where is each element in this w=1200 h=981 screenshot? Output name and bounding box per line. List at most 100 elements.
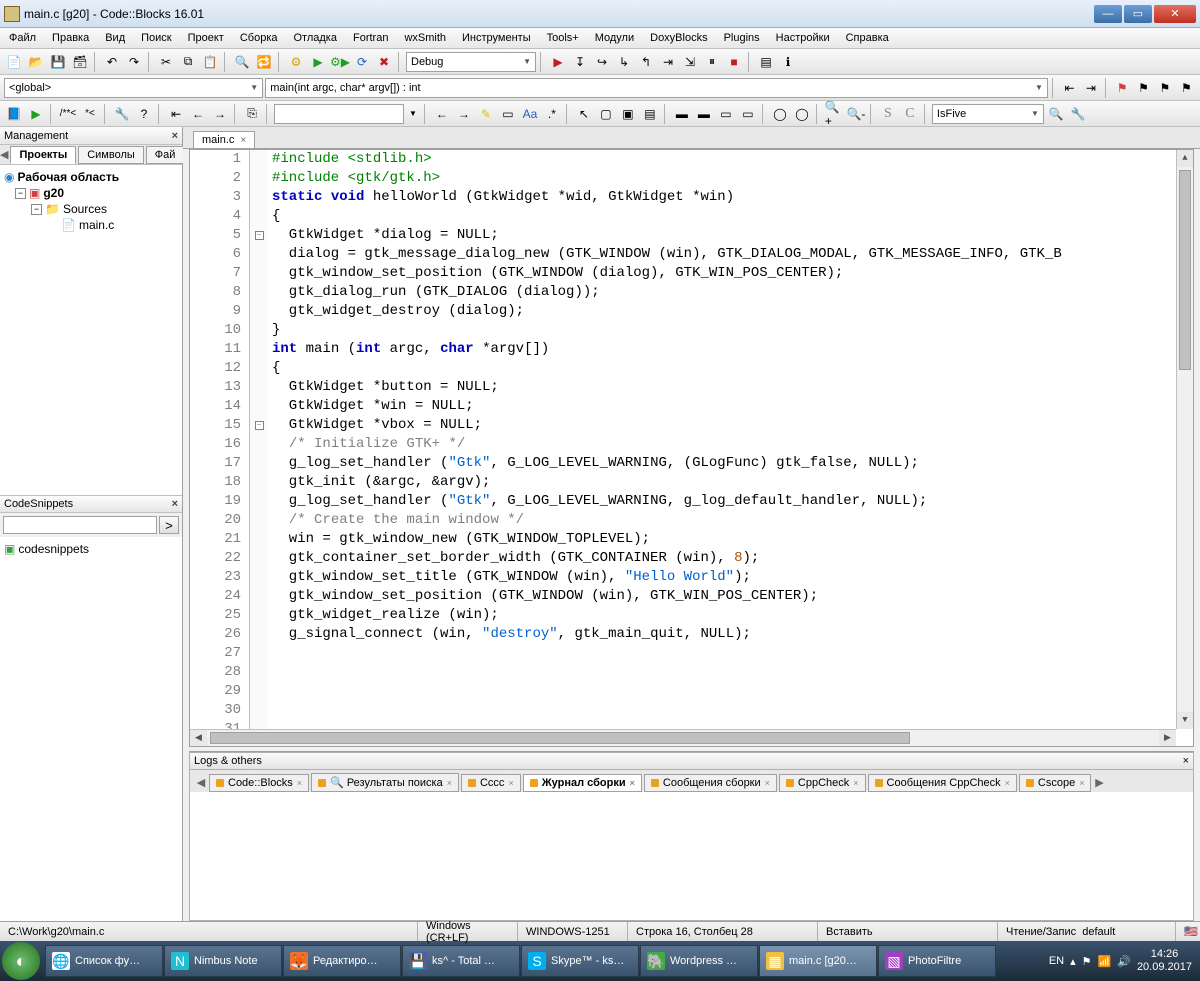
step-into-icon[interactable]: ↳ (614, 52, 634, 72)
project-node[interactable]: −▣g20 (4, 185, 178, 201)
debug-run-icon[interactable]: ▶ (548, 52, 568, 72)
bookmark-flag-icon[interactable]: ⚑ (1112, 78, 1131, 98)
info-icon[interactable]: ℹ (778, 52, 798, 72)
tray-flag-icon[interactable]: ⚑ (1082, 955, 1092, 968)
log-tab-close-icon[interactable]: × (853, 778, 858, 788)
menu-0[interactable]: Файл (2, 30, 43, 46)
code-area[interactable]: #include <stdlib.h>#include <gtk/gtk.h>s… (268, 150, 1193, 746)
stop-debug-icon[interactable]: ■ (724, 52, 744, 72)
taskbar-item-6[interactable]: ▦main.c [g20… (759, 945, 877, 977)
diff-icon[interactable]: ⎘ (242, 104, 262, 124)
doxy-help-icon[interactable]: ? (134, 104, 154, 124)
menu-9[interactable]: Инструменты (455, 30, 538, 46)
nav-next-icon[interactable]: → (210, 104, 230, 124)
new-file-icon[interactable]: 📄 (4, 52, 24, 72)
win3-icon[interactable]: ▭ (716, 104, 736, 124)
win1-icon[interactable]: ▬ (672, 104, 692, 124)
nav-first-icon[interactable]: ⇤ (166, 104, 186, 124)
menu-11[interactable]: Модули (588, 30, 641, 46)
menu-8[interactable]: wxSmith (397, 30, 453, 46)
taskbar-item-3[interactable]: 💾ks^ - Total … (402, 945, 520, 977)
log-tab-5[interactable]: CppCheck× (779, 774, 866, 792)
save-all-icon[interactable]: 🗃 (70, 52, 90, 72)
step-instr-icon[interactable]: ⇲ (680, 52, 700, 72)
taskbar-item-7[interactable]: ▧PhotoFiltre (878, 945, 996, 977)
menu-15[interactable]: Справка (839, 30, 896, 46)
tabs-prev-icon[interactable]: ◀ (0, 148, 8, 161)
menu-14[interactable]: Настройки (769, 30, 837, 46)
block-comment-icon[interactable]: /**< (58, 104, 78, 124)
regex-icon[interactable]: .* (542, 104, 562, 124)
replace-icon[interactable]: 🔁 (254, 52, 274, 72)
close-button[interactable]: ✕ (1154, 5, 1196, 23)
step-out-icon[interactable]: ↰ (636, 52, 656, 72)
nav-prev-icon[interactable]: ← (188, 104, 208, 124)
jump-back-icon[interactable]: ⇤ (1060, 78, 1079, 98)
log-tab-4[interactable]: Сообщения сборки× (644, 774, 777, 792)
cursor-icon[interactable]: ↖ (574, 104, 594, 124)
win4-icon[interactable]: ▭ (738, 104, 758, 124)
vscroll-thumb[interactable] (1179, 170, 1191, 370)
log-tab-close-icon[interactable]: × (1079, 778, 1084, 788)
menu-13[interactable]: Plugins (717, 30, 767, 46)
log-tab-3[interactable]: Журнал сборки× (523, 774, 642, 792)
jump-fwd-icon[interactable]: ⇥ (1081, 78, 1100, 98)
scroll-down-icon[interactable]: ▼ (1177, 712, 1193, 729)
start-button[interactable]: ◐ (2, 942, 40, 980)
menu-2[interactable]: Вид (98, 30, 132, 46)
doxy-run-icon[interactable]: ▶ (26, 104, 46, 124)
win2-icon[interactable]: ▬ (694, 104, 714, 124)
log-tab-close-icon[interactable]: × (1005, 778, 1010, 788)
save-icon[interactable]: 💾 (48, 52, 68, 72)
log-tab-6[interactable]: Сообщения CppCheck× (868, 774, 1017, 792)
paste-icon[interactable]: 📋 (200, 52, 220, 72)
logs-close-icon[interactable]: × (1183, 755, 1189, 767)
snippets-go-button[interactable]: > (159, 516, 179, 534)
match-case-icon[interactable]: Aa (520, 104, 540, 124)
rebuild-icon[interactable]: ⟳ (352, 52, 372, 72)
build-target-combo[interactable]: Debug▼ (406, 52, 536, 72)
break-icon[interactable]: ⏸ (702, 52, 722, 72)
c-icon[interactable]: C (900, 104, 920, 124)
taskbar-item-5[interactable]: 🐘Wordpress … (640, 945, 758, 977)
logtabs-prev-icon[interactable]: ◀ (194, 776, 208, 792)
sel2-icon[interactable]: ▣ (618, 104, 638, 124)
taskbar-item-4[interactable]: SSkype™ - ks… (521, 945, 639, 977)
inc-search-next-icon[interactable]: → (454, 104, 474, 124)
hscroll-thumb[interactable] (210, 732, 910, 744)
menu-5[interactable]: Сборка (233, 30, 285, 46)
tray-lang[interactable]: EN (1049, 955, 1064, 967)
zoom-in-icon[interactable]: 🔍+ (824, 104, 844, 124)
menu-1[interactable]: Правка (45, 30, 96, 46)
redo-icon[interactable]: ↷ (124, 52, 144, 72)
bookmark-next-icon[interactable]: ⚑ (1155, 78, 1174, 98)
log-tab-close-icon[interactable]: × (765, 778, 770, 788)
sources-node[interactable]: −📁Sources (4, 201, 178, 217)
menu-6[interactable]: Отладка (287, 30, 344, 46)
next-instr-icon[interactable]: ⇥ (658, 52, 678, 72)
fit1-icon[interactable]: ◯ (770, 104, 790, 124)
scroll-up-icon[interactable]: ▲ (1177, 150, 1193, 167)
taskbar-item-2[interactable]: 🦊Редактиро… (283, 945, 401, 977)
highlight-icon[interactable]: ✎ (476, 104, 496, 124)
menu-4[interactable]: Проект (181, 30, 231, 46)
find-in-files-icon[interactable]: 🔍 (1046, 104, 1066, 124)
build-run-icon[interactable]: ⚙▶ (330, 52, 350, 72)
log-tab-close-icon[interactable]: × (297, 778, 302, 788)
build-icon[interactable]: ⚙ (286, 52, 306, 72)
log-tab-7[interactable]: Cscope× (1019, 774, 1092, 792)
debug-windows-icon[interactable]: ▤ (756, 52, 776, 72)
snippets-search-input[interactable] (3, 516, 157, 534)
isfive-combo[interactable]: IsFive▼ (932, 104, 1044, 124)
logtabs-next-icon[interactable]: ▶ (1092, 776, 1106, 792)
zoom-out-icon[interactable]: 🔍- (846, 104, 866, 124)
tray-volume-icon[interactable]: 🔊 (1117, 955, 1131, 968)
menu-7[interactable]: Fortran (346, 30, 395, 46)
system-tray[interactable]: EN ▴ ⚑ 📶 🔊 14:26 20.09.2017 (1043, 948, 1198, 974)
tab-files[interactable]: Фай (146, 146, 185, 164)
bookmark-clear-icon[interactable]: ⚑ (1177, 78, 1196, 98)
taskbar-item-0[interactable]: 🌐Список фу… (45, 945, 163, 977)
tray-network-icon[interactable]: 📶 (1098, 955, 1112, 968)
abort-icon[interactable]: ✖ (374, 52, 394, 72)
log-tab-close-icon[interactable]: × (508, 778, 513, 788)
